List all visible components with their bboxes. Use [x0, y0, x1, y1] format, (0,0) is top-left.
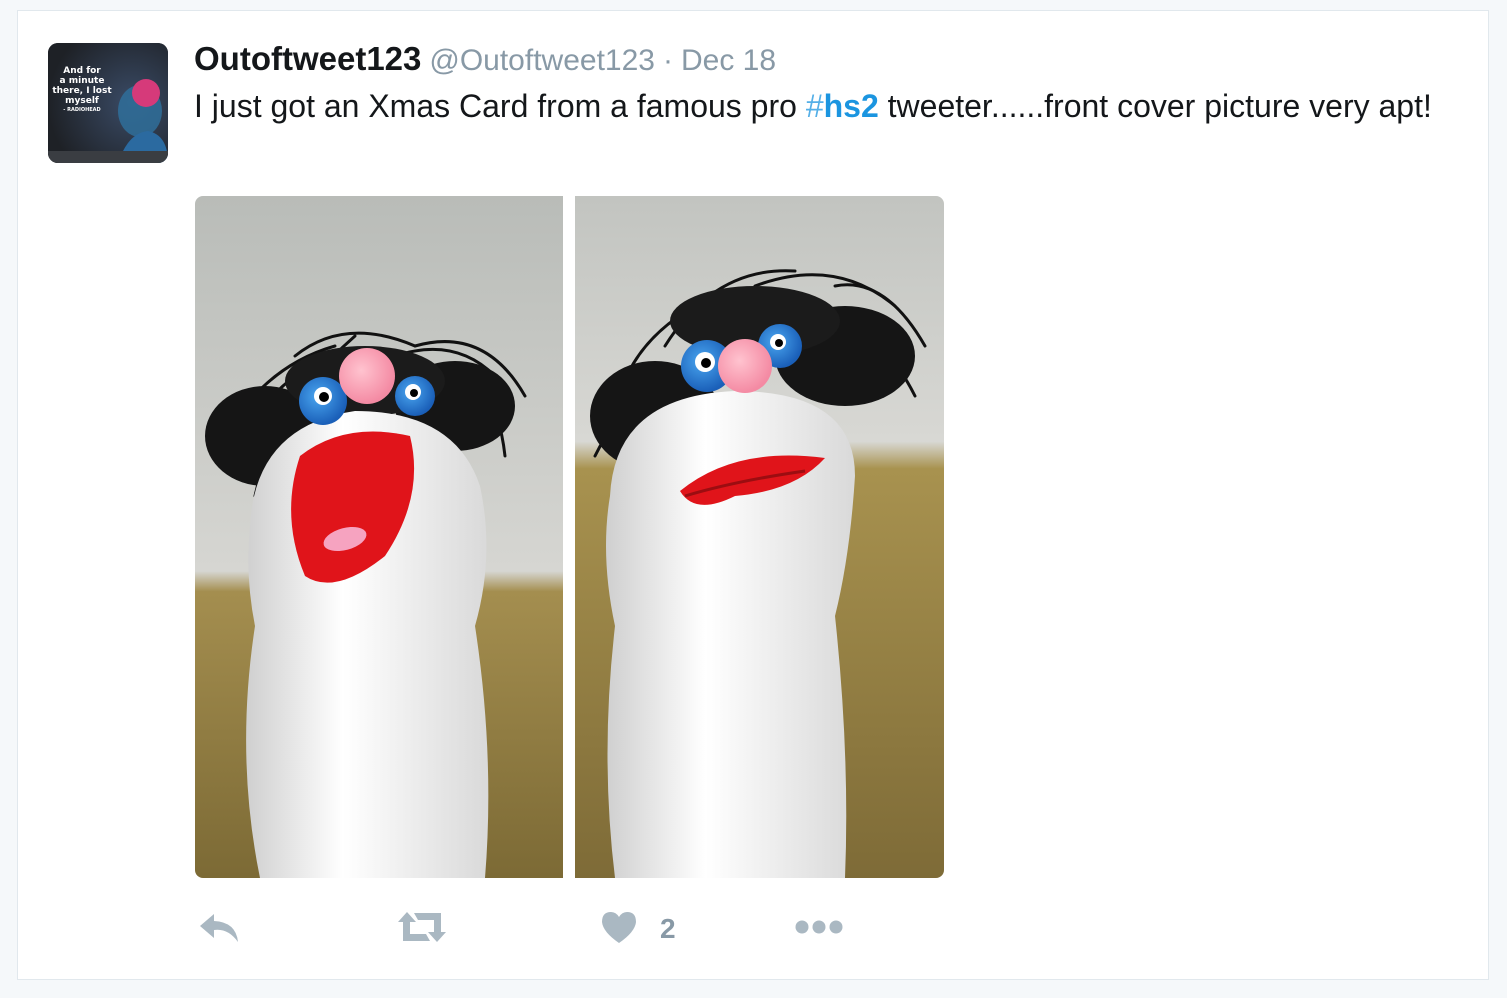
tweet-header: Outoftweet123 @Outoftweet123 · Dec 18 — [194, 41, 776, 79]
timestamp[interactable]: Dec 18 — [681, 44, 776, 77]
tweet-card[interactable]: And for a minute there, I lost myself - … — [17, 10, 1489, 980]
tweet-actions: 2 — [194, 904, 894, 954]
screen-name[interactable]: @Outoftweet123 — [429, 44, 655, 77]
hashtag-text: hs2 — [823, 88, 879, 124]
avatar-line: a minute — [59, 76, 105, 86]
avatar-caption: And for a minute there, I lost myself - … — [52, 66, 112, 114]
tweet-text-part: I just got an Xmas Card from a famous pr… — [194, 88, 806, 124]
avatar-line: there, I lost — [52, 86, 112, 96]
hashtag-link[interactable]: #hs2 — [806, 88, 879, 124]
avatar-credit: - RADIOHEAD — [63, 107, 101, 113]
avatar-line: And for — [63, 66, 101, 76]
heart-icon — [600, 910, 638, 949]
more-button[interactable] — [794, 904, 844, 954]
more-icon — [794, 919, 844, 940]
reply-button[interactable] — [198, 904, 240, 954]
retweet-icon — [396, 910, 448, 949]
sock-puppets-photo — [195, 196, 944, 878]
avatar-line: myself — [65, 96, 99, 106]
timeline-page: And for a minute there, I lost myself - … — [0, 0, 1507, 998]
display-name[interactable]: Outoftweet123 — [194, 40, 421, 77]
tweet-text: I just got an Xmas Card from a famous pr… — [194, 83, 1444, 129]
like-button[interactable]: 2 — [600, 904, 676, 954]
avatar[interactable]: And for a minute there, I lost myself - … — [48, 43, 168, 163]
separator: · — [662, 44, 673, 77]
retweet-button[interactable] — [396, 904, 448, 954]
hashtag-symbol: # — [805, 88, 824, 124]
like-count: 2 — [660, 913, 676, 944]
tweet-photo[interactable] — [195, 196, 944, 878]
tweet-text-part: tweeter......front cover picture very ap… — [878, 88, 1432, 124]
reply-icon — [198, 910, 240, 949]
